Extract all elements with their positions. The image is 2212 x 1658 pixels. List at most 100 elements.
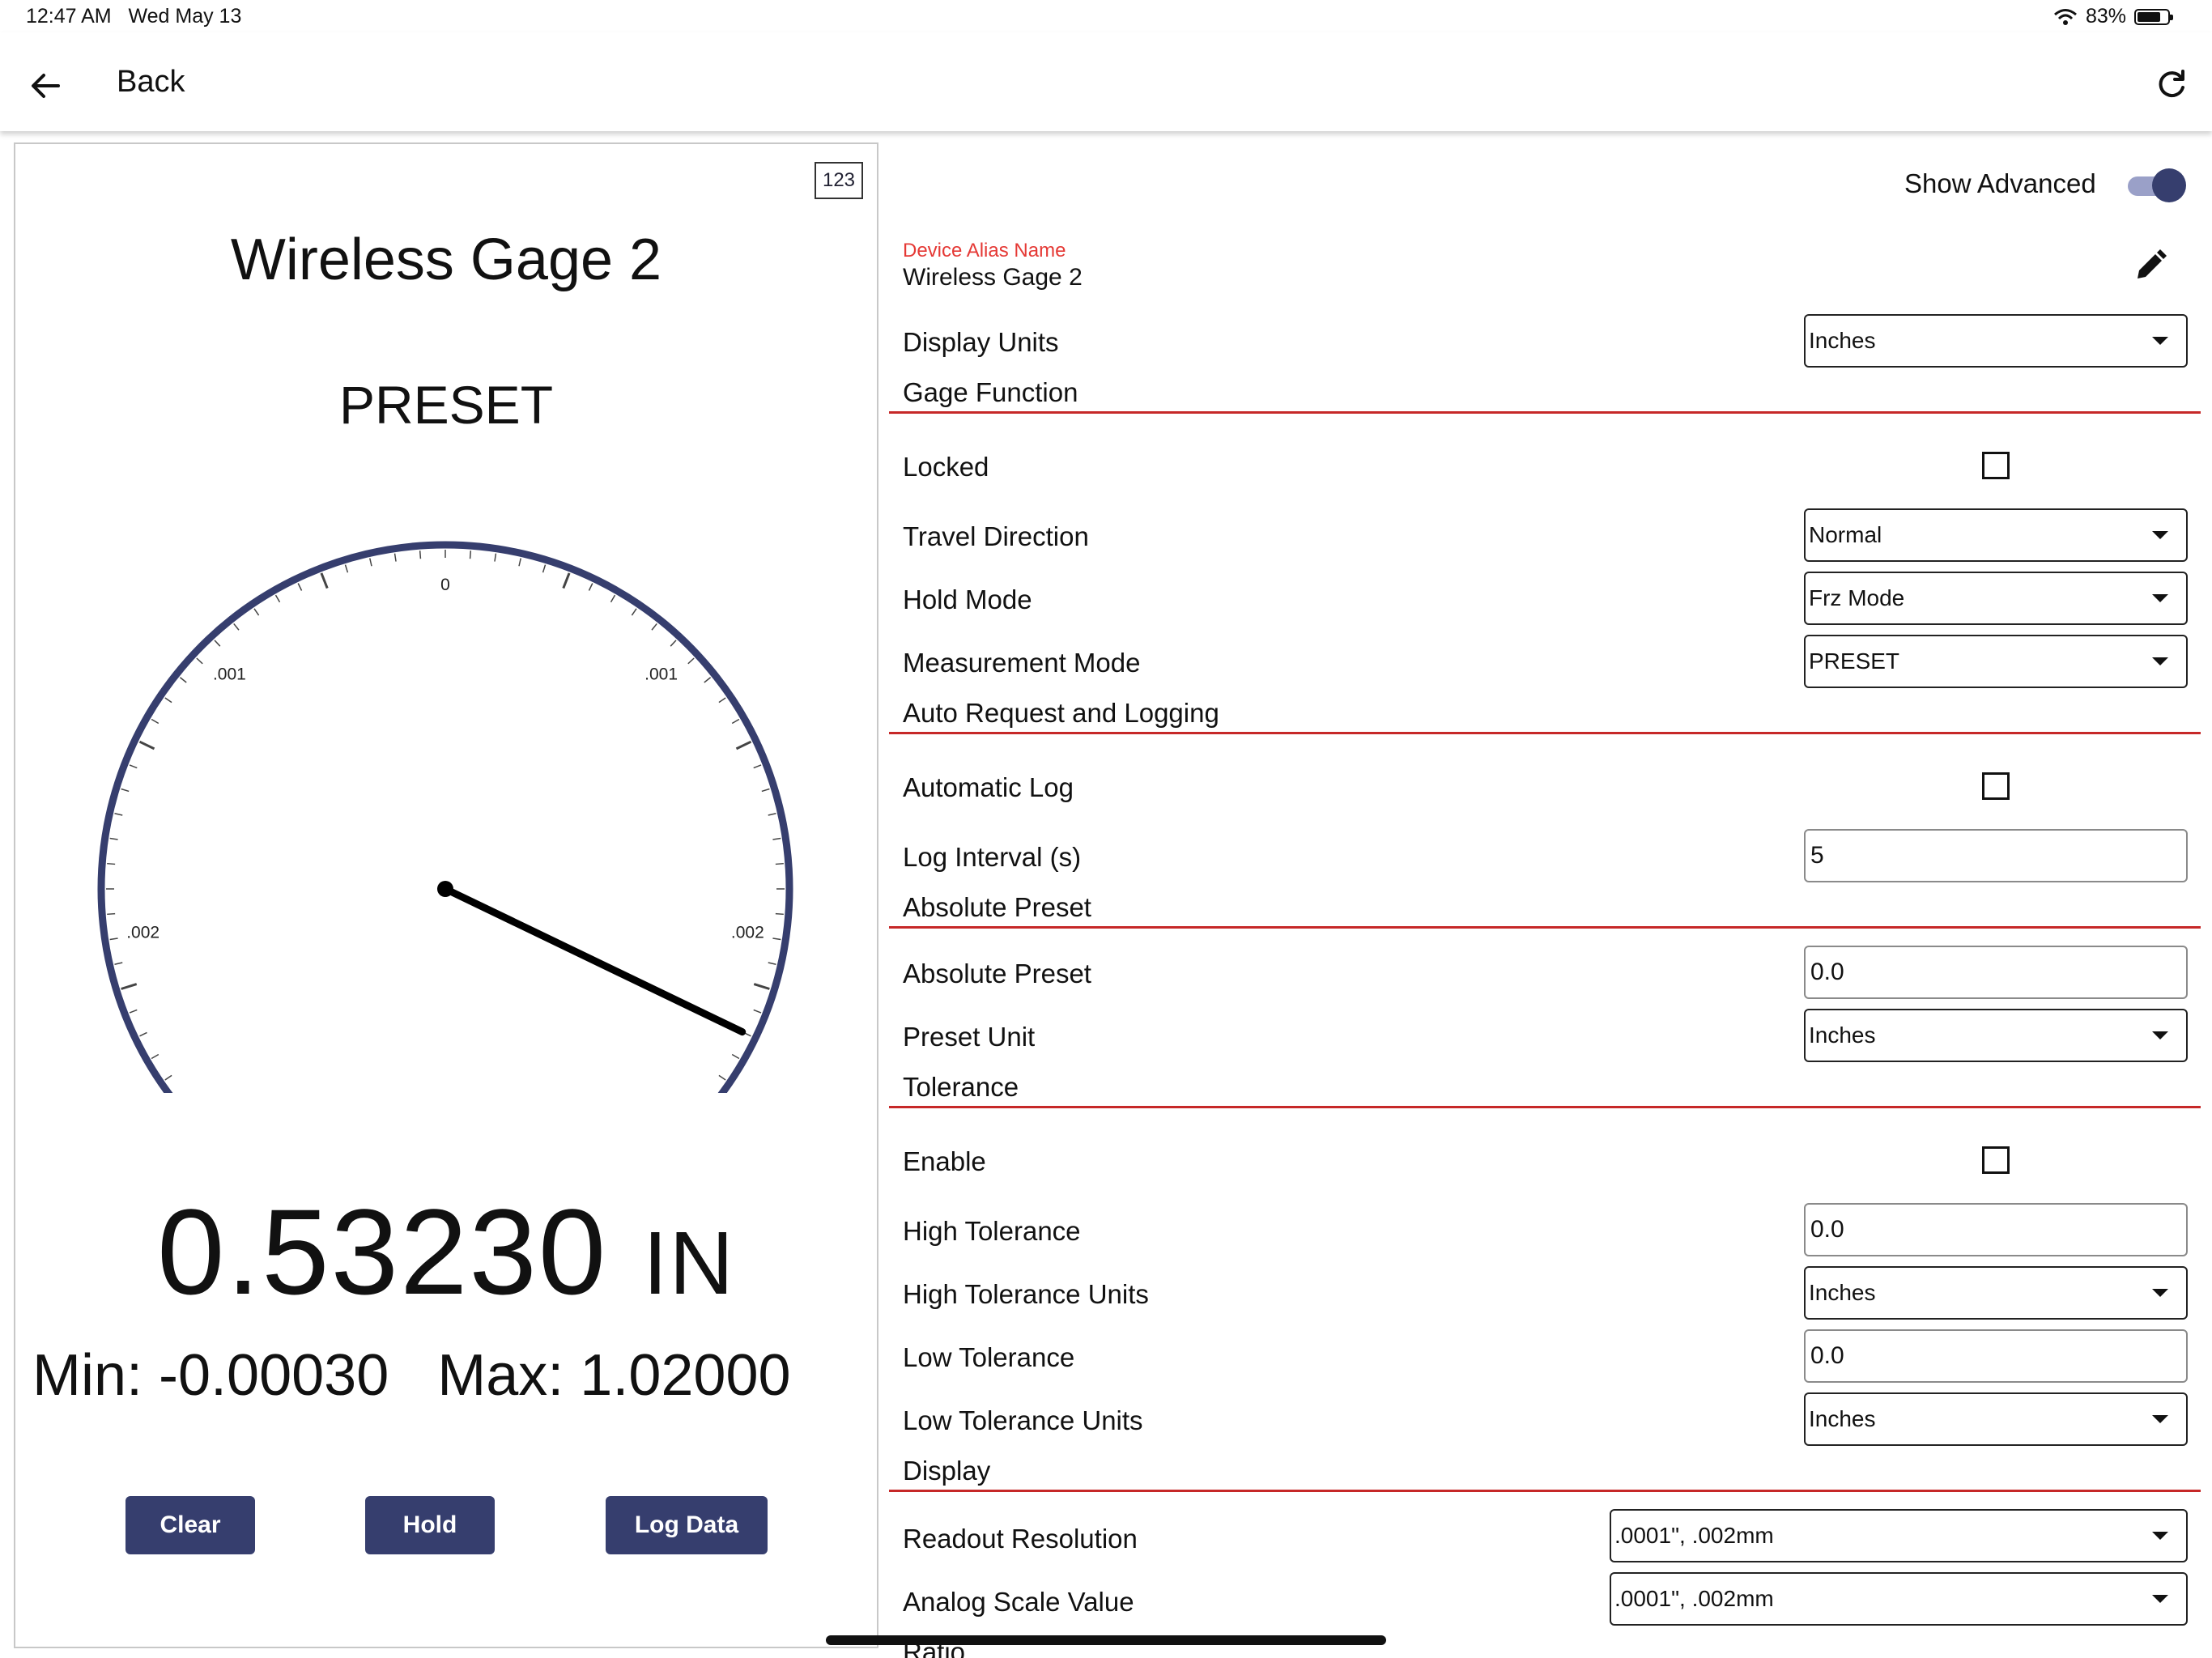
dial-label-right-upper: .001: [644, 665, 678, 683]
dropdown-caret-icon: [2152, 1532, 2168, 1540]
wifi-icon: [2053, 8, 2077, 25]
display-units-value: Inches: [1809, 328, 1876, 353]
high-tolerance-units-select[interactable]: Inches: [1804, 1266, 2188, 1320]
dial-tick: [151, 1053, 160, 1060]
dial-tick: [761, 788, 770, 793]
dial-tick: [588, 583, 593, 591]
status-clock: 12:47 AM: [26, 5, 112, 28]
dropdown-caret-icon: [2152, 1289, 2168, 1297]
dial-tick: [297, 583, 303, 591]
device-alias-value: Wireless Gage 2: [903, 264, 1083, 291]
log-data-button[interactable]: Log Data: [606, 1496, 768, 1554]
dial-tick: [670, 640, 677, 647]
dial-tick: [494, 553, 497, 562]
dial-tick: [107, 912, 116, 916]
dial-tick: [768, 962, 776, 965]
section-divider: [889, 411, 2201, 414]
battery-icon: [2134, 8, 2173, 25]
digital-readout: 0.53230 IN: [14, 1182, 878, 1322]
dial-tick: [214, 640, 221, 647]
dial-tick: [369, 558, 372, 567]
dial-tick: [253, 608, 260, 616]
low-tolerance-label: Low Tolerance: [903, 1342, 1075, 1372]
log-interval-label: Log Interval (s): [903, 842, 1082, 872]
refresh-icon[interactable]: [2154, 66, 2189, 102]
automatic-log-checkbox[interactable]: [1982, 772, 2010, 800]
dial-needle: [441, 885, 747, 1036]
numeric-keypad-button[interactable]: 123: [815, 162, 863, 199]
edit-pencil-icon[interactable]: [2133, 248, 2168, 283]
dial-tick: [138, 740, 155, 750]
measurement-mode-select[interactable]: PRESET: [1804, 635, 2188, 688]
dial-tick: [772, 937, 781, 941]
analog-scale-label: Analog Scale Value: [903, 1587, 1134, 1617]
dial-tick: [651, 623, 657, 631]
dial-tick: [419, 551, 422, 559]
show-advanced-label: Show Advanced: [1904, 168, 2096, 198]
dial-tick: [114, 962, 123, 965]
dial-label-left-mid: .002: [126, 923, 160, 942]
clear-button[interactable]: Clear: [125, 1496, 255, 1554]
app-header: [0, 32, 2212, 131]
dial-tick: [469, 551, 472, 559]
high-tolerance-input[interactable]: 0.0: [1804, 1203, 2188, 1256]
dial-tick: [274, 594, 281, 603]
section-divider: [889, 732, 2201, 734]
travel-direction-label: Travel Direction: [903, 521, 1089, 551]
dial-tick: [114, 813, 123, 816]
status-indicators: 83%: [2053, 5, 2173, 28]
back-arrow-icon[interactable]: [26, 66, 65, 105]
dial-tick: [775, 862, 784, 865]
section-absolute-preset: Absolute Preset: [903, 892, 1091, 922]
dropdown-caret-icon: [2152, 1595, 2168, 1603]
min-max-readout: Min: -0.00030 Max: 1.02000: [32, 1342, 874, 1409]
dial-tick: [731, 718, 740, 725]
dial-tick: [129, 764, 138, 769]
absolute-preset-label: Absolute Preset: [903, 959, 1091, 988]
status-time: 12:47 AM Wed May 13: [26, 5, 241, 28]
dial-tick: [164, 1074, 172, 1081]
dial-tick: [139, 1031, 147, 1037]
readout-resolution-value: .0001", .002mm: [1614, 1523, 1774, 1548]
display-units-select[interactable]: Inches: [1804, 314, 2188, 368]
section-gage-function: Gage Function: [903, 377, 1078, 407]
high-tolerance-label: High Tolerance: [903, 1216, 1081, 1246]
readout-resolution-select[interactable]: .0001", .002mm: [1610, 1509, 2188, 1562]
high-tolerance-units-label: High Tolerance Units: [903, 1279, 1149, 1309]
dial-tick: [775, 912, 784, 916]
dial-tick: [768, 813, 776, 816]
log-interval-input[interactable]: 5: [1804, 829, 2188, 882]
automatic-log-label: Automatic Log: [903, 772, 1074, 802]
travel-direction-select[interactable]: Normal: [1804, 508, 2188, 562]
dial-tick: [109, 837, 118, 840]
absolute-preset-input[interactable]: 0.0: [1804, 946, 2188, 999]
dial-tick: [518, 558, 521, 567]
preset-unit-select[interactable]: Inches: [1804, 1009, 2188, 1062]
display-units-label: Display Units: [903, 327, 1059, 357]
low-tolerance-input[interactable]: 0.0: [1804, 1329, 2188, 1383]
tolerance-enable-checkbox[interactable]: [1982, 1146, 2010, 1174]
locked-label: Locked: [903, 452, 989, 482]
dial-tick: [735, 740, 752, 750]
dial-label-0: 0: [440, 576, 450, 594]
home-indicator[interactable]: [826, 1635, 1386, 1645]
back-button[interactable]: Back: [117, 65, 185, 100]
hold-button[interactable]: Hold: [365, 1496, 495, 1554]
low-tolerance-units-select[interactable]: Inches: [1804, 1392, 2188, 1446]
reading-unit: IN: [642, 1214, 735, 1313]
analog-scale-select[interactable]: .0001", .002mm: [1610, 1572, 2188, 1626]
hold-mode-label: Hold Mode: [903, 585, 1032, 614]
measurement-mode-label: Measurement Mode: [903, 648, 1141, 678]
status-date: Wed May 13: [128, 5, 242, 28]
gage-title: Wireless Gage 2: [230, 227, 662, 292]
show-advanced-toggle[interactable]: [2126, 167, 2186, 202]
locked-checkbox[interactable]: [1982, 452, 2010, 479]
dial-tick: [233, 623, 240, 631]
dial-tick: [753, 983, 770, 990]
hold-mode-select[interactable]: Frz Mode: [1804, 572, 2188, 625]
dial-tick: [196, 657, 203, 665]
dial-tick: [753, 764, 762, 769]
device-alias-label: Device Alias Name: [903, 240, 1066, 261]
tolerance-enable-label: Enable: [903, 1146, 986, 1176]
dial-tick: [753, 1009, 762, 1014]
